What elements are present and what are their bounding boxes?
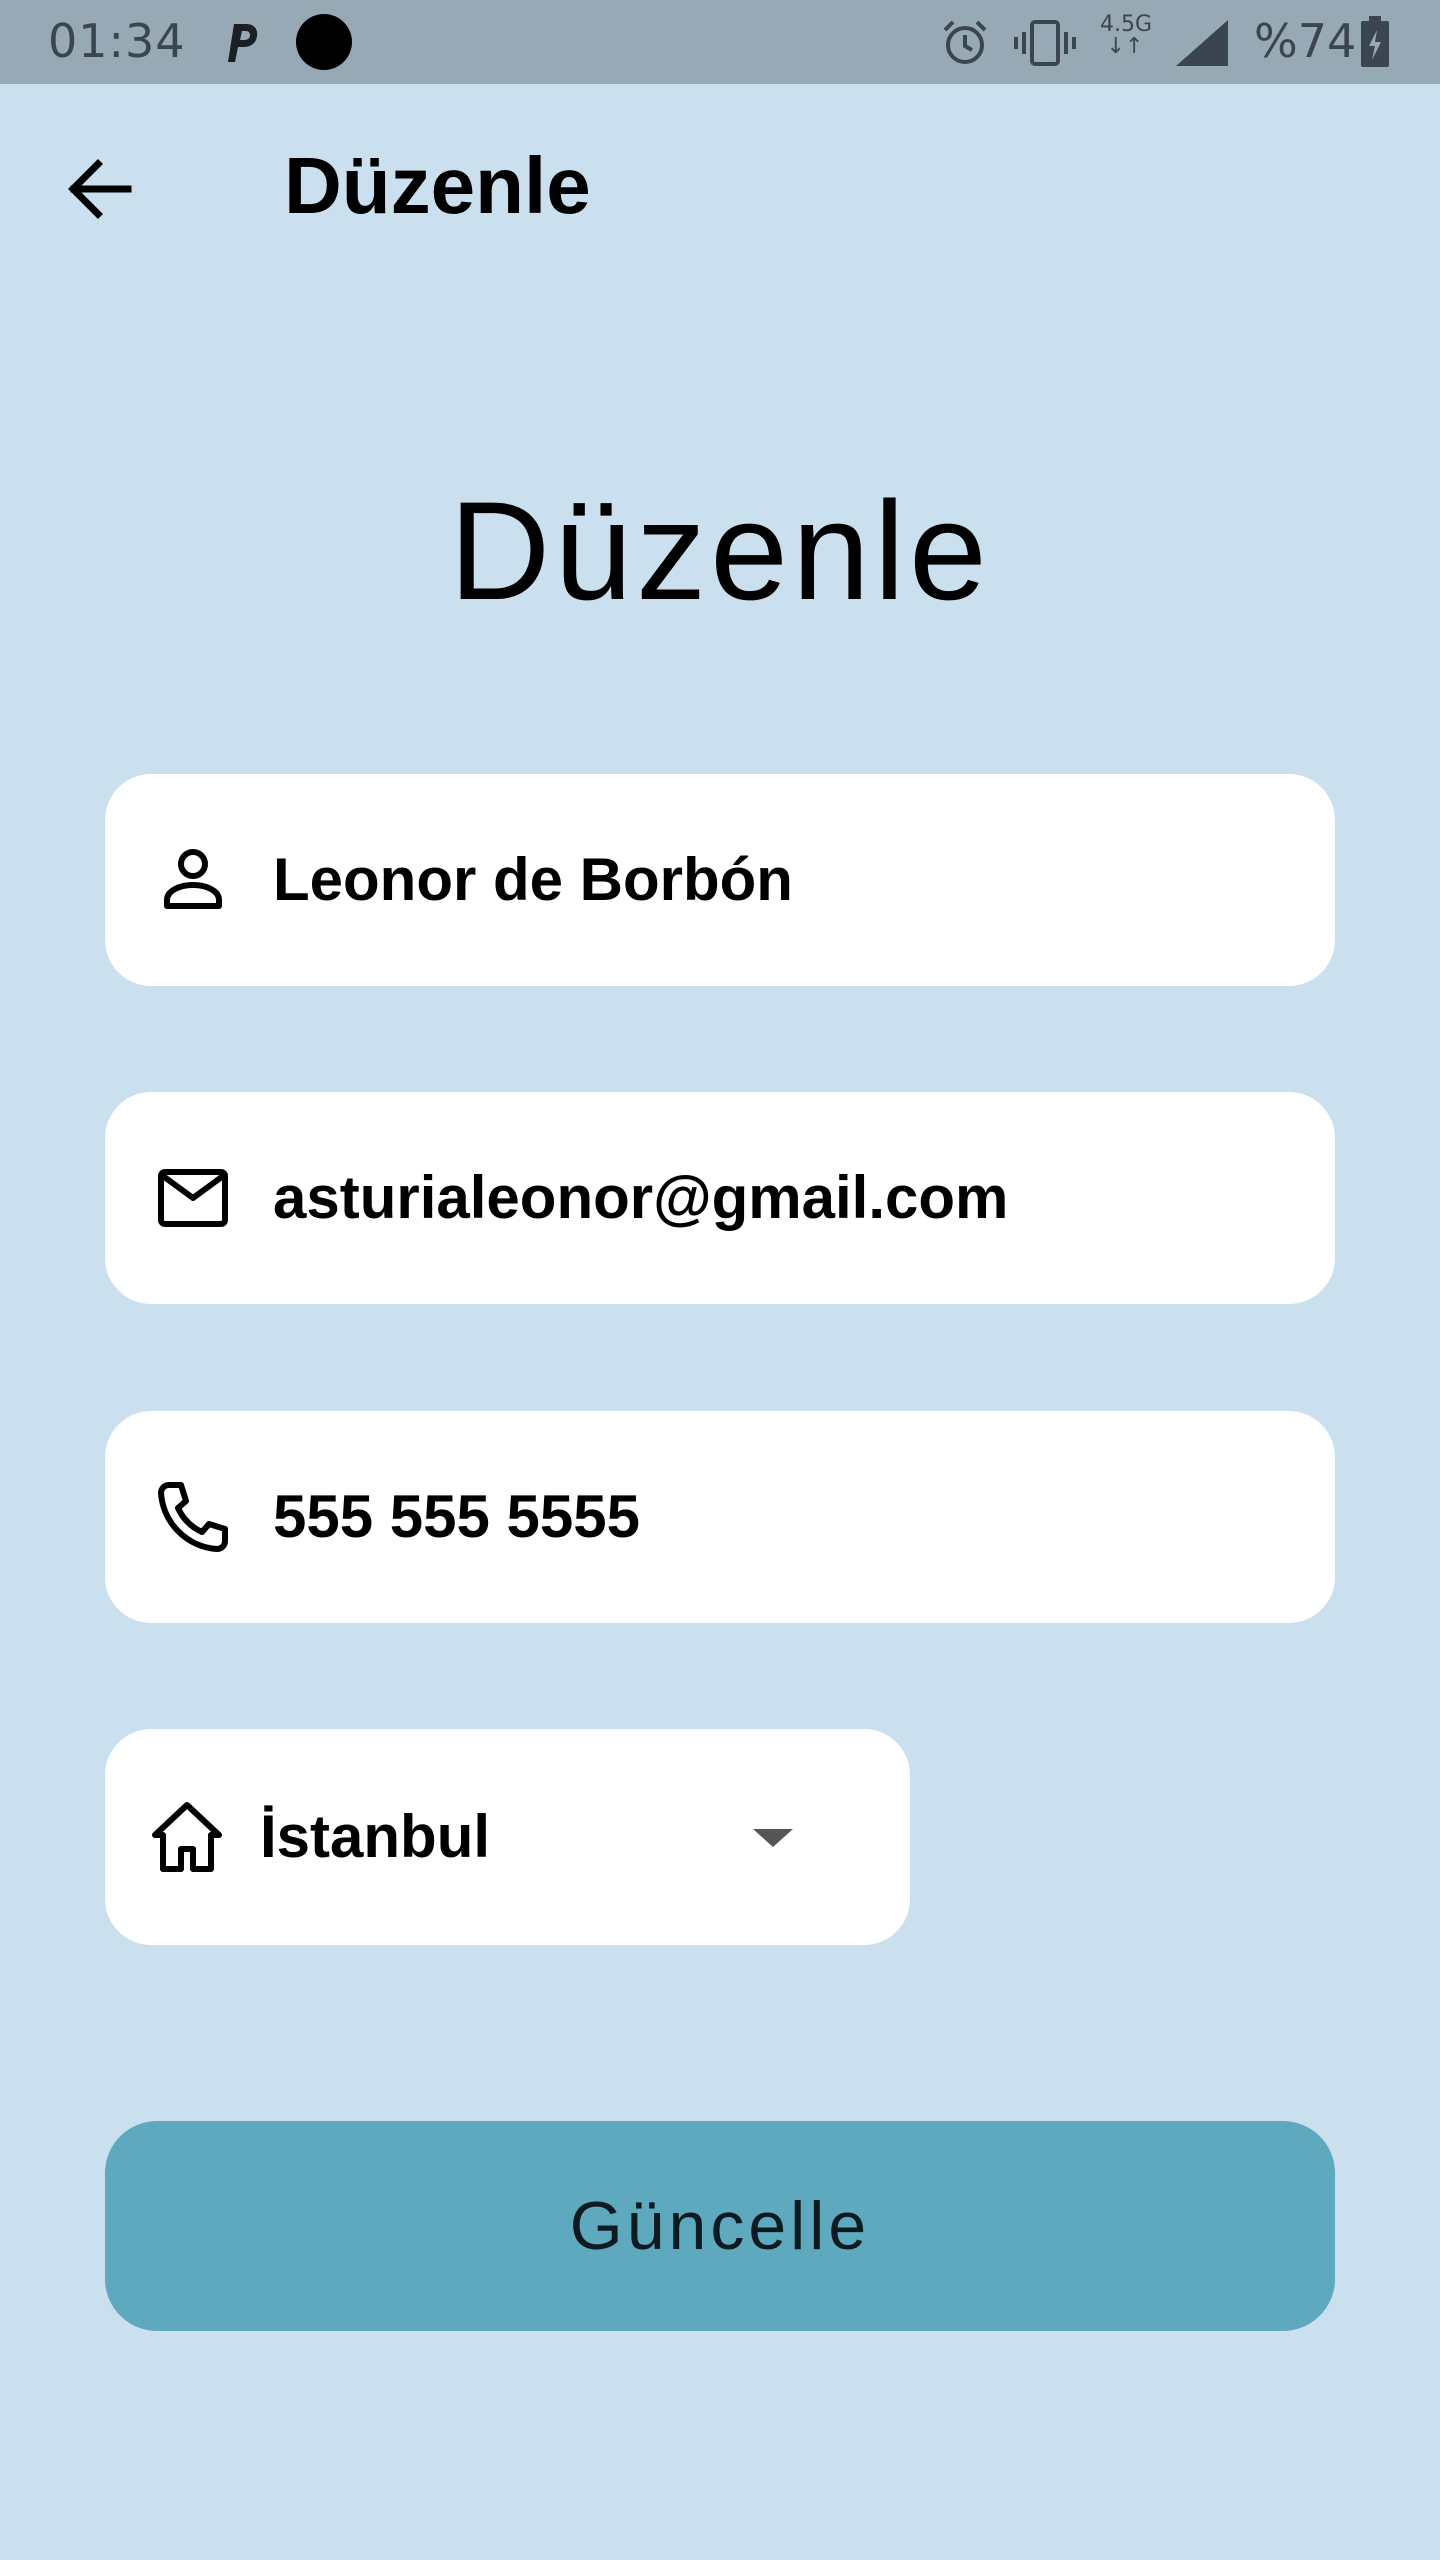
home-icon (152, 1802, 222, 1872)
person-icon (164, 849, 222, 909)
status-bar: 01:34 4.5G ↓↑ %74 (0, 0, 1440, 84)
notification-dot-icon (296, 14, 352, 70)
dropdown-caret-icon[interactable] (745, 1809, 801, 1865)
app-bar-title: Düzenle (284, 141, 591, 230)
parking-app-icon (228, 24, 258, 62)
alarm-icon (943, 20, 987, 64)
vibrate-icon (1014, 20, 1076, 66)
status-time: 01:34 (48, 14, 186, 68)
battery-charging-icon (1361, 16, 1389, 67)
network-arrows-icon: ↓↑ (1106, 34, 1144, 59)
phone-field[interactable]: 555 555 5555 (105, 1411, 1335, 1623)
network-type-indicator: 4.5G ↓↑ (1100, 14, 1152, 59)
city-selected-value: İstanbul (260, 1803, 491, 1870)
email-field[interactable]: asturialeonor@gmail.com (105, 1092, 1335, 1304)
battery-percentage: %74 (1254, 14, 1357, 68)
arrow-back-icon[interactable] (60, 150, 138, 228)
name-value: Leonor de Borbón (273, 846, 793, 913)
mail-icon (158, 1169, 228, 1227)
phone-value: 555 555 5555 (273, 1483, 641, 1550)
signal-icon (1176, 20, 1228, 66)
update-button[interactable]: Güncelle (105, 2121, 1335, 2331)
name-field[interactable]: Leonor de Borbón (105, 774, 1335, 986)
email-value: asturialeonor@gmail.com (273, 1164, 1009, 1231)
city-dropdown[interactable]: İstanbul (105, 1729, 910, 1945)
phone-icon (158, 1482, 228, 1552)
page-title: Düzenle (449, 472, 991, 629)
